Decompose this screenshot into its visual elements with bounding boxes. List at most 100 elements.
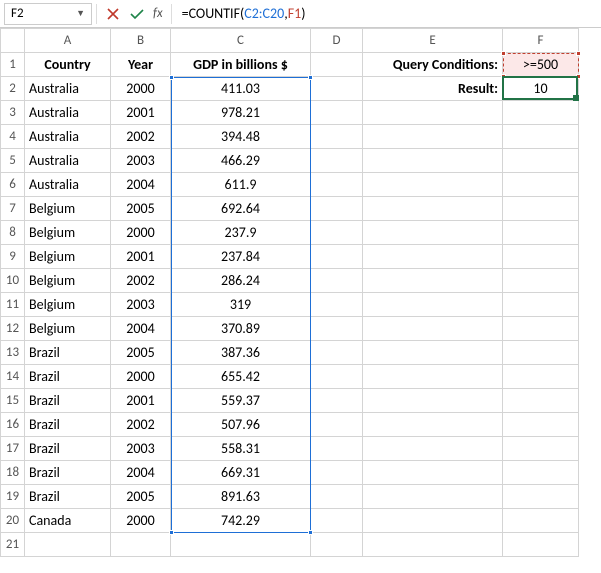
row-header[interactable]: 19 bbox=[1, 485, 25, 509]
cell-F[interactable] bbox=[503, 341, 579, 365]
cell-blank[interactable] bbox=[311, 125, 363, 149]
cell-blank[interactable] bbox=[311, 77, 363, 101]
row-header[interactable]: 10 bbox=[1, 269, 25, 293]
cell-gdp[interactable]: 742.29 bbox=[171, 509, 311, 533]
cell-country[interactable]: Canada bbox=[25, 509, 111, 533]
cell-E[interactable] bbox=[363, 101, 503, 125]
cell-blank[interactable] bbox=[311, 533, 363, 557]
cell-E[interactable] bbox=[363, 197, 503, 221]
cell-blank[interactable] bbox=[311, 509, 363, 533]
col-header-B[interactable]: B bbox=[111, 29, 171, 53]
row-header[interactable]: 4 bbox=[1, 125, 25, 149]
cell-E[interactable] bbox=[363, 485, 503, 509]
cell-year[interactable]: 2002 bbox=[111, 269, 171, 293]
spreadsheet-grid[interactable]: A B C D E F 1 Country Year GDP in billio… bbox=[0, 28, 601, 557]
row-header[interactable]: 9 bbox=[1, 245, 25, 269]
row-header[interactable]: 12 bbox=[1, 317, 25, 341]
cell-E[interactable] bbox=[363, 437, 503, 461]
cell-blank[interactable] bbox=[311, 173, 363, 197]
cell-F1[interactable]: >=500 bbox=[503, 53, 579, 77]
cell-gdp[interactable]: 558.31 bbox=[171, 437, 311, 461]
cell-country[interactable]: Brazil bbox=[25, 365, 111, 389]
cell-E[interactable] bbox=[363, 125, 503, 149]
cell-gdp[interactable]: 387.36 bbox=[171, 341, 311, 365]
cell-gdp[interactable]: 394.48 bbox=[171, 125, 311, 149]
cell-F[interactable] bbox=[503, 101, 579, 125]
cell-country[interactable]: Brazil bbox=[25, 461, 111, 485]
col-header-F[interactable]: F bbox=[503, 29, 579, 53]
cell-year[interactable]: 2004 bbox=[111, 461, 171, 485]
row-header[interactable]: 8 bbox=[1, 221, 25, 245]
cell-F[interactable] bbox=[503, 485, 579, 509]
cell-blank[interactable] bbox=[311, 221, 363, 245]
row-header[interactable]: 11 bbox=[1, 293, 25, 317]
cell-gdp[interactable]: 891.63 bbox=[171, 485, 311, 509]
cell-gdp[interactable]: 237.84 bbox=[171, 245, 311, 269]
cell-gdp[interactable]: 411.03 bbox=[171, 77, 311, 101]
cell-F[interactable] bbox=[503, 197, 579, 221]
row-header[interactable]: 7 bbox=[1, 197, 25, 221]
cell-country[interactable]: Brazil bbox=[25, 437, 111, 461]
cell-F[interactable] bbox=[503, 173, 579, 197]
cell-blank[interactable] bbox=[311, 341, 363, 365]
cell-C1[interactable]: GDP in billions $ bbox=[171, 53, 311, 77]
cell-country[interactable]: Belgium bbox=[25, 293, 111, 317]
cell-blank[interactable] bbox=[111, 533, 171, 557]
cell-blank[interactable] bbox=[311, 413, 363, 437]
row-header[interactable]: 20 bbox=[1, 509, 25, 533]
cell-E[interactable] bbox=[363, 365, 503, 389]
cell-gdp[interactable]: 611.9 bbox=[171, 173, 311, 197]
cell-country[interactable]: Belgium bbox=[25, 245, 111, 269]
cell-year[interactable]: 2002 bbox=[111, 413, 171, 437]
cell-year[interactable]: 2001 bbox=[111, 101, 171, 125]
cell-E[interactable] bbox=[363, 461, 503, 485]
cell-blank[interactable] bbox=[503, 533, 579, 557]
row-header[interactable]: 18 bbox=[1, 461, 25, 485]
cell-country[interactable]: Brazil bbox=[25, 413, 111, 437]
cell-blank[interactable] bbox=[311, 461, 363, 485]
cell-blank[interactable] bbox=[311, 365, 363, 389]
cell-gdp[interactable]: 559.37 bbox=[171, 389, 311, 413]
row-header[interactable]: 14 bbox=[1, 365, 25, 389]
cell-F[interactable] bbox=[503, 269, 579, 293]
cell-year[interactable]: 2004 bbox=[111, 173, 171, 197]
cell-blank[interactable] bbox=[311, 245, 363, 269]
cell-E[interactable] bbox=[363, 317, 503, 341]
row-header[interactable]: 21 bbox=[1, 533, 25, 557]
cell-F[interactable] bbox=[503, 125, 579, 149]
cell-year[interactable]: 2000 bbox=[111, 509, 171, 533]
cell-country[interactable]: Australia bbox=[25, 173, 111, 197]
cell-E1[interactable]: Query Conditions: bbox=[363, 53, 503, 77]
cell-year[interactable]: 2005 bbox=[111, 485, 171, 509]
cell-blank[interactable] bbox=[25, 533, 111, 557]
chevron-down-icon[interactable]: ▼ bbox=[76, 8, 85, 19]
cell-year[interactable]: 2001 bbox=[111, 389, 171, 413]
row-header[interactable]: 13 bbox=[1, 341, 25, 365]
cell-year[interactable]: 2003 bbox=[111, 149, 171, 173]
cell-F[interactable] bbox=[503, 293, 579, 317]
select-all-corner[interactable] bbox=[1, 29, 25, 53]
cell-E[interactable] bbox=[363, 221, 503, 245]
cell-year[interactable]: 2000 bbox=[111, 221, 171, 245]
cell-country[interactable]: Australia bbox=[25, 125, 111, 149]
cell-B1[interactable]: Year bbox=[111, 53, 171, 77]
cell-A1[interactable]: Country bbox=[25, 53, 111, 77]
cell-blank[interactable] bbox=[311, 101, 363, 125]
cell-blank[interactable] bbox=[311, 485, 363, 509]
cell-E[interactable] bbox=[363, 293, 503, 317]
cell-E[interactable] bbox=[363, 149, 503, 173]
cell-gdp[interactable]: 286.24 bbox=[171, 269, 311, 293]
cell-country[interactable]: Australia bbox=[25, 77, 111, 101]
row-header[interactable]: 1 bbox=[1, 53, 25, 77]
cell-year[interactable]: 2000 bbox=[111, 365, 171, 389]
cell-F[interactable] bbox=[503, 461, 579, 485]
row-header[interactable]: 6 bbox=[1, 173, 25, 197]
row-header[interactable]: 2 bbox=[1, 77, 25, 101]
cell-gdp[interactable]: 692.64 bbox=[171, 197, 311, 221]
cell-country[interactable]: Australia bbox=[25, 101, 111, 125]
cell-country[interactable]: Australia bbox=[25, 149, 111, 173]
cell-E[interactable]: Result: bbox=[363, 77, 503, 101]
fx-icon[interactable]: fx bbox=[153, 6, 163, 21]
cell-E[interactable] bbox=[363, 413, 503, 437]
cell-year[interactable]: 2005 bbox=[111, 341, 171, 365]
